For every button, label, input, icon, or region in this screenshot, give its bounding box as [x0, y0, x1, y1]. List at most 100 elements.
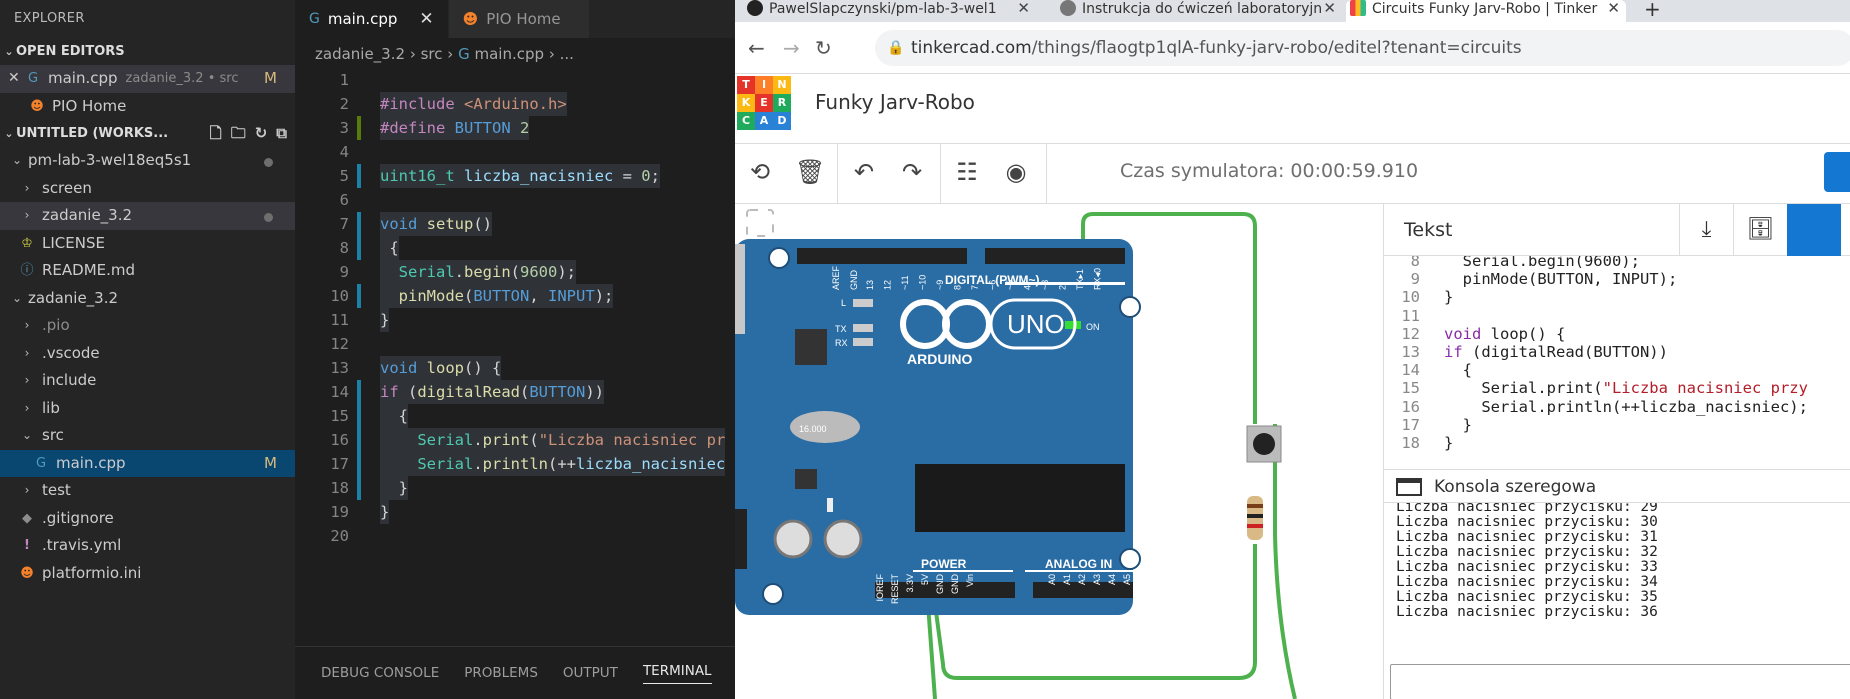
tree-item[interactable]: ! .travis.yml	[0, 532, 295, 560]
analog-label: ANALOG IN	[1045, 557, 1112, 571]
tree-item[interactable]: › lib	[0, 395, 295, 423]
workspace-section[interactable]: ⌄ UNTITLED (WORKS... 🗋 🗀 ↻ ⧉	[0, 120, 295, 147]
tree-item[interactable]: › zadanie_3.2	[0, 202, 295, 230]
redo-icon[interactable]: ↷	[897, 158, 927, 186]
code-line: 3 #define BUTTON 2	[295, 116, 735, 140]
serial-monitor-title: Konsola szeregowa	[1434, 477, 1597, 497]
new-tab-button[interactable]: +	[1638, 0, 1668, 22]
git-modified-marker	[357, 284, 361, 308]
tab-main-cpp[interactable]: G main.cpp ✕	[295, 0, 449, 38]
tree-item[interactable]: ⌄ zadanie_3.2	[0, 285, 295, 313]
browser-tab[interactable]: Instrukcja do ćwiczeń laboratoryjn ✕	[1056, 0, 1342, 22]
tree-item[interactable]: ◆ .gitignore	[0, 505, 295, 533]
breadcrumb-item[interactable]: ...	[560, 45, 574, 63]
tree-item[interactable]: ☻ platformio.ini	[0, 560, 295, 588]
brand-label: ARDUINO	[907, 351, 972, 367]
code-line: 13 void loop() {	[295, 356, 735, 380]
tree-item[interactable]: › .vscode	[0, 340, 295, 368]
notes-icon[interactable]: ☷	[952, 158, 982, 186]
tinkercad-logo[interactable]: T I N K E R C A D	[737, 76, 791, 130]
chevron-right-icon: ›	[24, 400, 30, 415]
tree-item[interactable]: › include	[0, 367, 295, 395]
circuit-canvas[interactable]: DIGITAL (PWM~) ARDUINO UNO POWER ANALOG …	[735, 204, 1383, 699]
close-icon[interactable]: ✕	[419, 0, 433, 38]
open-editor-label: main.cpp	[48, 69, 118, 87]
pin-label: TX▸1	[1075, 269, 1085, 290]
tree-item-label: LICENSE	[42, 233, 105, 252]
tab-output[interactable]: OUTPUT	[563, 665, 618, 681]
cpp-file-icon: G	[35, 455, 47, 471]
browser-tab-active[interactable]: Circuits Funky Jarv-Robo | Tinker ✕	[1346, 0, 1626, 22]
tree-item-label: zadanie_3.2	[28, 288, 119, 307]
code-text-line: }	[1444, 434, 1454, 452]
chevron-right-icon: ›	[548, 45, 560, 63]
pin-label: Vin	[965, 574, 975, 587]
git-modified-marker	[357, 212, 361, 236]
tab-terminal[interactable]: TERMINAL	[642, 663, 712, 684]
pin-label: 13	[865, 280, 875, 290]
refresh-icon[interactable]: ↻	[255, 120, 268, 147]
pin-label: A2	[1077, 574, 1087, 585]
open-editor-pio-home[interactable]: ☻ PIO Home	[0, 93, 295, 121]
browser-tab-label: PawelSlapczynski/pm-lab-3-wel1	[769, 1, 997, 17]
open-editor-main-cpp[interactable]: ✕ G main.cpp zadanie_3.2 • src M	[0, 65, 295, 93]
serial-monitor-header: Konsola szeregowa	[1384, 469, 1850, 503]
tree-item-label: include	[42, 371, 97, 389]
serial-input[interactable]	[1390, 664, 1850, 699]
code-area[interactable]: 1 2 #include <Arduino.h> 3 #define BUTTON …	[295, 68, 735, 548]
url-input[interactable]: 🔒 tinkercad.com/things/flaogtp1qlA-funky…	[875, 30, 1850, 66]
code-text-line: Serial.println(++liczba_nacisniec);	[1444, 397, 1808, 416]
breadcrumb-item[interactable]: main.cpp	[474, 45, 544, 63]
back-icon[interactable]: ←	[748, 36, 765, 60]
arduino-uno-board[interactable]: DIGITAL (PWM~) ARDUINO UNO POWER ANALOG …	[735, 239, 1141, 615]
rotate-icon[interactable]: ⟲	[745, 158, 775, 186]
library-icon[interactable]: 🗄	[1733, 204, 1787, 256]
tree-item-label: test	[42, 481, 71, 499]
tree-item[interactable]: › test	[0, 477, 295, 505]
trash-icon[interactable]: 🗑	[795, 158, 825, 186]
close-icon[interactable]: ✕	[8, 65, 22, 93]
vscode-explorer: EXPLORER ⌄ OPEN EDITORS ✕ G main.cpp zad…	[0, 0, 295, 699]
tree-item[interactable]: › .pio	[0, 312, 295, 340]
breadcrumb-item[interactable]: zadanie_3.2	[315, 45, 405, 63]
code-button[interactable]	[1824, 152, 1850, 192]
collapse-all-icon[interactable]: ⧉	[276, 120, 287, 147]
tree-item[interactable]: G main.cpp M	[0, 449, 295, 477]
tree-item[interactable]: ⌄ pm-lab-3-wel18eq5s1	[0, 147, 295, 175]
undo-icon[interactable]: ↶	[849, 158, 879, 186]
close-icon[interactable]: ✕	[1323, 0, 1336, 17]
browser-tab[interactable]: PawelSlapczynski/pm-lab-3-wel1 ✕	[743, 0, 1036, 22]
git-modified-marker	[357, 452, 361, 476]
upload-icon[interactable]	[1787, 204, 1841, 256]
code-text[interactable]: 8 Serial.begin(9600); 9 pinMode(BUTTON, I…	[1384, 256, 1850, 469]
forward-icon[interactable]: →	[783, 36, 800, 60]
tx-label: TX	[835, 324, 847, 334]
new-file-icon[interactable]: 🗋	[210, 120, 222, 147]
pin-label: IOREF	[875, 574, 885, 602]
new-folder-icon[interactable]: 🗀	[231, 120, 246, 147]
fullscreen-icon[interactable]	[746, 209, 774, 237]
open-editors-section[interactable]: ⌄ OPEN EDITORS	[0, 38, 295, 65]
close-icon[interactable]: ✕	[1607, 0, 1620, 17]
tree-item[interactable]: ♔ LICENSE	[0, 230, 295, 258]
resistor[interactable]	[1247, 496, 1263, 540]
close-icon[interactable]: ✕	[1017, 0, 1030, 17]
reload-icon[interactable]: ↻	[815, 36, 832, 60]
tree-item[interactable]: ⌄ src	[0, 422, 295, 450]
tree-item-label: .pio	[42, 316, 70, 334]
tab-problems[interactable]: PROBLEMS	[464, 665, 538, 681]
serial-output[interactable]: Liczba nacisniec przycisku: 29 Liczba nac…	[1384, 503, 1850, 659]
tab-pio-home[interactable]: ☻ PIO Home	[448, 0, 590, 38]
push-button[interactable]	[1246, 425, 1282, 463]
tree-item-label: platformio.ini	[42, 563, 142, 582]
project-title[interactable]: Funky Jarv-Robo	[815, 90, 975, 114]
tree-item[interactable]: ⓘ README.md	[0, 257, 295, 285]
panel-tabs: DEBUG CONSOLE PROBLEMS OUTPUT TERMINAL	[295, 646, 735, 699]
tree-item[interactable]: › screen	[0, 175, 295, 203]
circuit-diagram[interactable]: DIGITAL (PWM~) ARDUINO UNO POWER ANALOG …	[735, 204, 1383, 699]
eye-icon[interactable]: ◉	[1001, 158, 1031, 186]
download-icon[interactable]: ⤓	[1679, 204, 1733, 256]
lock-icon[interactable]: 🔒	[887, 30, 904, 66]
breadcrumb-item[interactable]: src	[421, 45, 443, 63]
tab-debug-console[interactable]: DEBUG CONSOLE	[321, 665, 439, 681]
